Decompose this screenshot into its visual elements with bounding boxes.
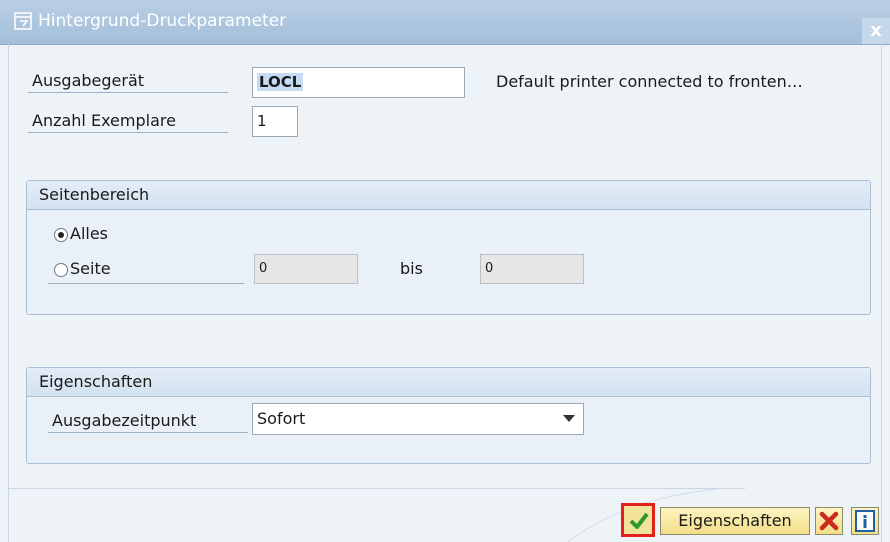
title-bar: Hintergrund-Druckparameter x	[0, 0, 890, 45]
radio-all[interactable]	[54, 228, 68, 242]
properties-title: Eigenschaften	[27, 368, 870, 397]
checkmark-icon	[629, 512, 649, 529]
properties-button[interactable]: Eigenschaften	[660, 507, 810, 535]
page-range-group: Seitenbereich	[26, 180, 871, 315]
output-time-value: Sofort	[257, 409, 306, 428]
dialog-icon	[14, 12, 32, 30]
page-label-underline	[48, 283, 244, 284]
output-time-label: Ausgabezeitpunkt	[48, 410, 248, 433]
output-device-value: LOCL	[257, 73, 304, 91]
radio-all-label: Alles	[70, 224, 109, 243]
info-button[interactable]	[851, 507, 879, 535]
output-device-label: Ausgabegerät	[28, 70, 228, 93]
output-device-description: Default printer connected to fronten…	[496, 72, 803, 91]
dialog-title: Hintergrund-Druckparameter	[38, 11, 287, 31]
cancel-button[interactable]	[815, 507, 843, 535]
copies-label: Anzahl Exemplare	[28, 110, 228, 133]
ok-button[interactable]	[621, 503, 655, 537]
frame-left	[8, 44, 9, 542]
page-range-title: Seitenbereich	[27, 181, 870, 210]
radio-page[interactable]	[54, 263, 68, 277]
page-to-input[interactable]: 0	[480, 254, 584, 284]
page-from-input[interactable]: 0	[254, 254, 358, 284]
close-icon[interactable]: x	[862, 18, 890, 44]
copies-input[interactable]: 1	[252, 106, 298, 137]
output-device-input[interactable]: LOCL	[252, 67, 465, 98]
chevron-down-icon[interactable]	[563, 415, 575, 422]
to-label: bis	[400, 259, 423, 278]
frame-right	[881, 44, 882, 542]
radio-page-label: Seite	[70, 259, 111, 278]
close-x-icon	[819, 511, 839, 531]
info-icon	[855, 510, 875, 532]
output-time-dropdown[interactable]: Sofort	[252, 403, 584, 435]
